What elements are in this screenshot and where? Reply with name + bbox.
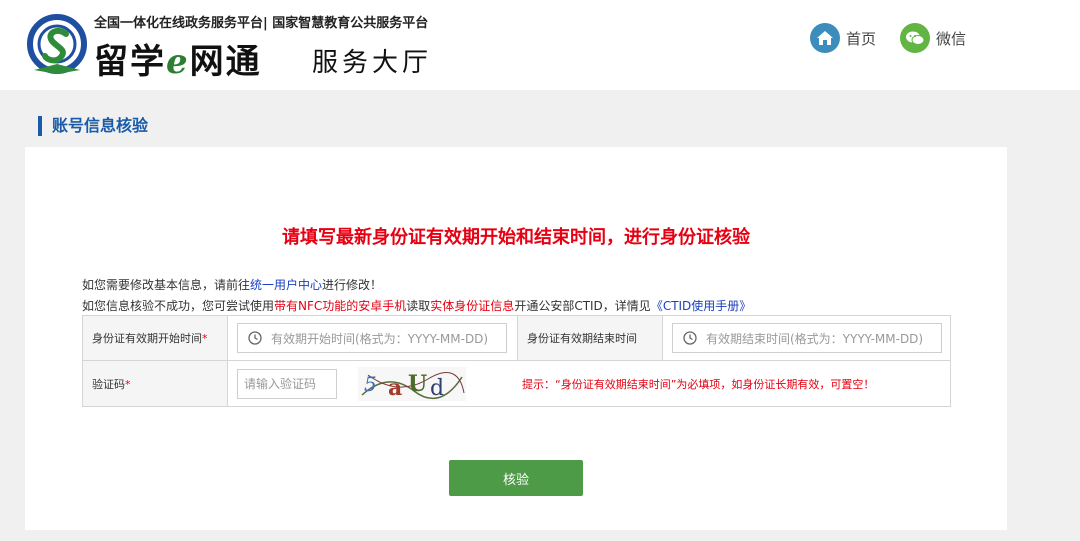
notice-ctid: 如您信息核验不成功，您可尝试使用带有NFC功能的安卓手机读取实体身份证信息开通公… bbox=[82, 297, 751, 314]
nav-wechat-label: 微信 bbox=[936, 29, 967, 48]
end-date-input[interactable]: 有效期结束时间(格式为：YYYY-MM-DD) bbox=[672, 323, 942, 353]
brand-part-1: 留学 bbox=[94, 42, 166, 82]
required-mark: * bbox=[202, 332, 208, 345]
start-date-input[interactable]: 有效期开始时间(格式为：YYYY-MM-DD) bbox=[237, 323, 507, 353]
tip-text: 提示：“身份证有效期结束时间”为必填项，如身份证长期有效，可置空！ bbox=[522, 377, 875, 391]
svg-text:5: 5 bbox=[364, 372, 377, 396]
end-date-placeholder: 有效期结束时间(格式为：YYYY-MM-DD) bbox=[706, 331, 924, 346]
svg-text:a: a bbox=[388, 375, 402, 401]
nav-home-label: 首页 bbox=[846, 29, 877, 48]
svg-text:d: d bbox=[430, 376, 444, 401]
captcha-cell: 请输入验证码 5 a U d 提示：“身份证有效期结束时间”为必填项，如身份证长… bbox=[227, 360, 951, 407]
home-icon bbox=[810, 23, 840, 53]
notice2-mid: 读取 bbox=[406, 299, 431, 313]
section-title: 账号信息核验 bbox=[38, 116, 148, 136]
captcha-input[interactable]: 请输入验证码 bbox=[237, 368, 337, 399]
notice-modify-info: 如您需要修改基本信息，请前往统一用户中心进行修改！ bbox=[82, 276, 382, 293]
notice2-nfc-phone: 带有NFC功能的安卓手机 bbox=[274, 299, 407, 313]
ctid-manual-link[interactable]: 《CTID使用手册》 bbox=[651, 299, 752, 313]
end-date-cell: 有效期结束时间(格式为：YYYY-MM-DD) bbox=[662, 315, 951, 361]
notice2-pre: 如您信息核验不成功，您可尝试使用 bbox=[82, 299, 275, 313]
captcha-image[interactable]: 5 a U d bbox=[358, 366, 466, 401]
brand-part-2: 网通 bbox=[189, 42, 262, 82]
start-date-placeholder: 有效期开始时间(格式为：YYYY-MM-DD) bbox=[271, 331, 489, 346]
notice1-post: 进行修改！ bbox=[322, 278, 383, 292]
start-date-cell: 有效期开始时间(格式为：YYYY-MM-DD) bbox=[227, 315, 518, 361]
wechat-icon bbox=[900, 23, 930, 53]
brand-e: e bbox=[166, 42, 190, 82]
captcha-row: 请输入验证码 5 a U d 提示：“身份证有效期结束时间”为必填项，如身份证长… bbox=[237, 362, 950, 406]
captcha-label: 验证码* bbox=[82, 360, 228, 407]
service-hall-title: 服务大厅 bbox=[312, 48, 433, 78]
notice1-pre: 如您需要修改基本信息，请前往 bbox=[82, 278, 251, 292]
svg-text:U: U bbox=[408, 371, 427, 397]
end-date-label: 身份证有效期结束时间 bbox=[517, 315, 663, 361]
nav-wechat-link[interactable]: 微信 bbox=[900, 22, 966, 54]
user-center-link[interactable]: 统一用户中心 bbox=[250, 278, 322, 292]
platform-subtitle: 全国一体化在线政务服务平台| 国家智慧教育公共服务平台 bbox=[94, 16, 429, 31]
verification-panel: 请填写最新身份证有效期开始和结束时间，进行身份证核验 如您需要修改基本信息，请前… bbox=[25, 147, 1007, 530]
clock-icon bbox=[248, 331, 262, 345]
verify-button[interactable]: 核验 bbox=[449, 460, 583, 496]
captcha-placeholder: 请输入验证码 bbox=[244, 377, 317, 391]
brand-name: 留学e网通 bbox=[94, 34, 262, 83]
verification-form: 身份证有效期开始时间* 有效期开始时间(格式为：YYYY-MM-DD) 身份证有… bbox=[82, 315, 951, 407]
nav-home-link[interactable]: 首页 bbox=[810, 22, 876, 54]
notice2-mid2: 开通公安部CTID，详情见 bbox=[514, 299, 651, 313]
site-header: 全国一体化在线政务服务平台| 国家智慧教育公共服务平台 留学e网通 服务大厅 首… bbox=[0, 0, 1080, 90]
notice2-id-info: 实体身份证信息 bbox=[430, 299, 515, 313]
headline-instruction: 请填写最新身份证有效期开始和结束时间，进行身份证核验 bbox=[282, 227, 750, 248]
clock-icon bbox=[683, 331, 697, 345]
required-mark: * bbox=[125, 377, 131, 391]
start-date-label: 身份证有效期开始时间* bbox=[82, 315, 228, 361]
logo-icon[interactable] bbox=[26, 14, 92, 76]
